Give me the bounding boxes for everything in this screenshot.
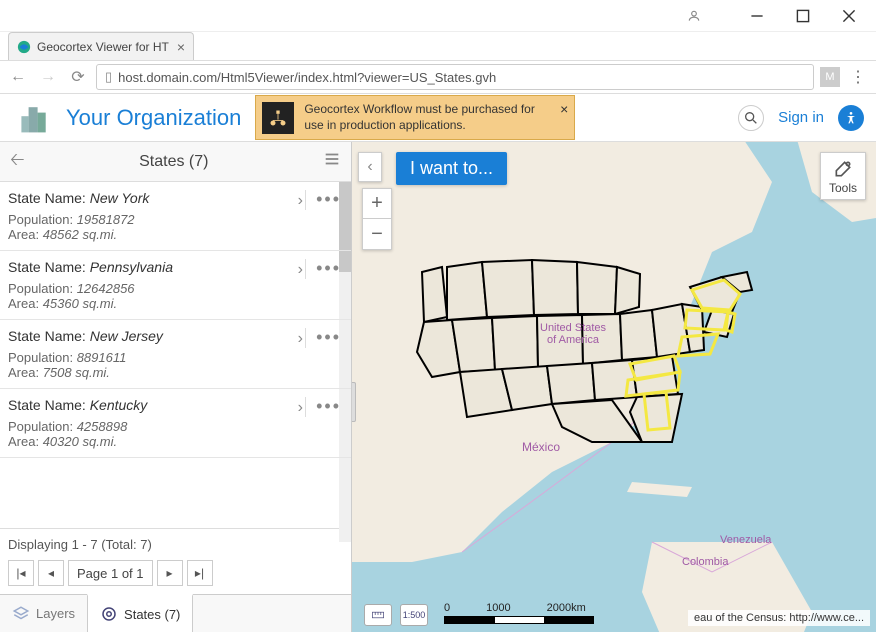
map-label-venezuela: Venezuela — [720, 534, 771, 546]
map-label-usa: United Statesof America — [540, 322, 606, 346]
tab-close-icon[interactable]: × — [177, 39, 185, 55]
org-title: Your Organization — [66, 105, 241, 131]
tab-layers[interactable]: Layers — [0, 595, 87, 632]
sidebar-title: States (7) — [25, 153, 323, 171]
notification-icon — [262, 102, 294, 134]
notification-close-icon[interactable]: × — [560, 100, 568, 118]
collapse-sidebar-button[interactable]: ‹ — [358, 152, 382, 182]
tools-button[interactable]: Tools — [820, 152, 866, 200]
scale-bar — [444, 616, 594, 624]
result-item[interactable]: State Name: Pennsylvania Population: 126… — [0, 251, 351, 320]
browser-tab[interactable]: Geocortex Viewer for HT × — [8, 32, 194, 60]
maximize-button[interactable] — [780, 2, 826, 30]
map-label-colombia: Colombia — [682, 556, 728, 568]
chevron-right-icon[interactable]: › — [298, 330, 303, 348]
pager-status: Displaying 1 - 7 (Total: 7) — [0, 528, 351, 556]
result-item[interactable]: State Name: New York Population: 1958187… — [0, 182, 351, 251]
map-label-mexico: México — [522, 440, 560, 454]
map-pane[interactable]: México United Statesof America Venezuela… — [352, 142, 876, 632]
url-field[interactable]: ▯ host.domain.com/Html5Viewer/index.html… — [96, 64, 814, 90]
page-next-button[interactable]: ▸ — [157, 560, 183, 586]
search-button[interactable] — [738, 105, 764, 131]
notification-banner: Geocortex Workflow must be purchased for… — [255, 95, 575, 140]
chrome-user-icon[interactable] — [680, 2, 708, 30]
map-attribution: eau of the Census: http://www.ce... — [688, 610, 870, 626]
result-actions-button[interactable]: ••• — [305, 259, 341, 279]
tab-favicon-icon — [17, 40, 31, 54]
zoom-control: + − — [362, 188, 392, 250]
sign-in-link[interactable]: Sign in — [778, 109, 824, 126]
result-actions-button[interactable]: ••• — [305, 190, 341, 210]
scale-tool-button[interactable]: 1:500 — [400, 604, 428, 626]
tools-label: Tools — [829, 181, 857, 195]
notification-text: Geocortex Workflow must be purchased for… — [304, 102, 535, 132]
results-sidebar: 🡠 States (7) State Name: New York Popula… — [0, 142, 352, 632]
browser-tab-bar: Geocortex Viewer for HT × — [0, 32, 876, 60]
zoom-out-button[interactable]: − — [363, 219, 391, 249]
chevron-right-icon[interactable]: › — [298, 399, 303, 417]
sidebar-back-button[interactable]: 🡠 — [10, 147, 25, 177]
nav-forward-button[interactable]: → — [36, 65, 60, 89]
page-first-button[interactable]: |◂ — [8, 560, 34, 586]
main-area: 🡠 States (7) State Name: New York Popula… — [0, 142, 876, 632]
tab-states[interactable]: States (7) — [87, 594, 193, 632]
result-item[interactable]: State Name: Kentucky Population: 4258898… — [0, 389, 351, 458]
nav-reload-button[interactable]: ⟳ — [66, 65, 90, 89]
chevron-right-icon[interactable]: › — [298, 261, 303, 279]
zoom-in-button[interactable]: + — [363, 189, 391, 219]
sidebar-menu-button[interactable] — [323, 150, 341, 173]
results-list: State Name: New York Population: 1958187… — [0, 182, 351, 528]
map-canvas[interactable] — [352, 142, 876, 632]
tab-title: Geocortex Viewer for HT — [37, 40, 169, 54]
browser-menu-button[interactable]: ⋮ — [846, 65, 870, 89]
sidebar-tabs: Layers States (7) — [0, 594, 351, 632]
measure-tool-button[interactable] — [364, 604, 392, 626]
page-last-button[interactable]: ▸| — [187, 560, 213, 586]
nav-back-button[interactable]: ← — [6, 65, 30, 89]
org-logo-icon — [16, 100, 52, 136]
sidebar-header: 🡠 States (7) — [0, 142, 351, 182]
close-window-button[interactable] — [826, 2, 872, 30]
minimize-button[interactable] — [734, 2, 780, 30]
new-tab-button[interactable] — [198, 40, 218, 60]
result-actions-button[interactable]: ••• — [305, 328, 341, 348]
chevron-right-icon[interactable]: › — [298, 192, 303, 210]
url-text: host.domain.com/Html5Viewer/index.html?v… — [118, 70, 496, 85]
result-actions-button[interactable]: ••• — [305, 397, 341, 417]
browser-url-bar: ← → ⟳ ▯ host.domain.com/Html5Viewer/inde… — [0, 60, 876, 94]
i-want-to-button[interactable]: I want to... — [396, 152, 507, 185]
splitter-handle[interactable] — [352, 382, 356, 422]
page-label: Page 1 of 1 — [68, 560, 153, 586]
result-item[interactable]: State Name: New Jersey Population: 88916… — [0, 320, 351, 389]
app-header: Your Organization Geocortex Workflow mus… — [0, 94, 876, 142]
scale-labels: 010002000km — [444, 602, 586, 614]
accessibility-button[interactable] — [838, 105, 864, 131]
window-titlebar — [0, 0, 876, 32]
pager: |◂ ◂ Page 1 of 1 ▸ ▸| — [0, 556, 351, 594]
page-info-icon[interactable]: ▯ — [105, 69, 112, 85]
page-prev-button[interactable]: ◂ — [38, 560, 64, 586]
browser-extension-icon[interactable]: M — [820, 67, 840, 87]
